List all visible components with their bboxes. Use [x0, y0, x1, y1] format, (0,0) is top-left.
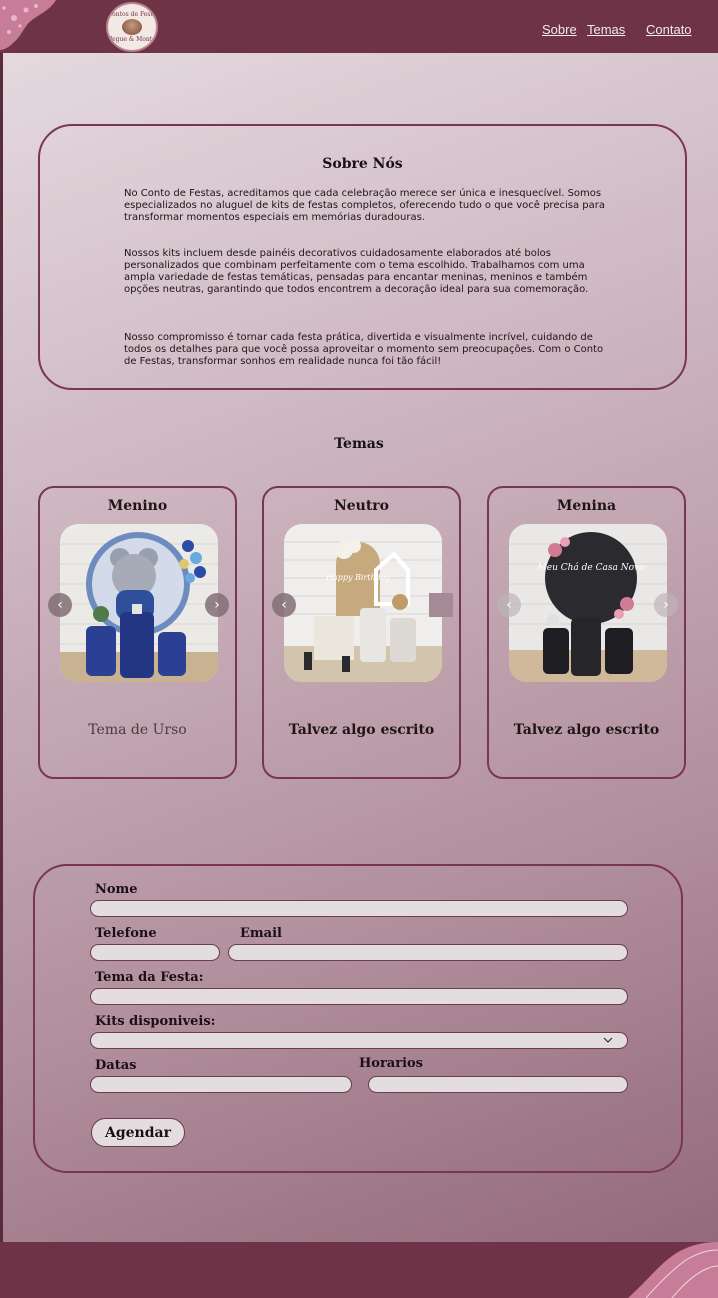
image-text-happy-birthday: Happy Birthday	[325, 573, 391, 582]
about-paragraph-2: Nossos kits incluem desde painéis decora…	[124, 248, 589, 295]
chevron-left-icon: ‹	[281, 597, 287, 613]
horarios-label: Horarios	[359, 1056, 424, 1071]
nome-input[interactable]	[90, 900, 628, 917]
kits-label: Kits disponiveis:	[95, 1014, 216, 1029]
carousel-next-button[interactable]	[429, 593, 453, 617]
email-label: Email	[240, 926, 282, 941]
chevron-right-icon: ›	[663, 597, 669, 613]
telefone-input[interactable]	[90, 944, 220, 961]
tema-label: Tema da Festa:	[95, 970, 204, 985]
chevron-left-icon: ‹	[57, 597, 63, 613]
about-title: Sobre Nós	[322, 156, 403, 172]
chevron-right-icon: ›	[214, 597, 220, 613]
top-navbar: Contos de Festa Pegue & Monte Sobre Tema…	[0, 0, 718, 53]
about-paragraph-3: Nosso compromisso é tornar cada festa pr…	[124, 332, 604, 367]
temas-title: Temas	[334, 436, 384, 452]
logo-text-bottom: Pegue & Monte	[108, 36, 156, 43]
card-caption: Tema de Urso	[88, 722, 187, 738]
footer-decoration	[628, 1242, 718, 1298]
logo-text-top: Contos de Festa	[107, 11, 157, 18]
card-caption: Talvez algo escrito	[513, 722, 660, 738]
about-section: Sobre Nós No Conto de Festas, acreditamo…	[38, 124, 687, 390]
logo-picture	[122, 19, 142, 35]
horarios-input[interactable]	[368, 1076, 628, 1093]
agendar-button[interactable]: Agendar	[91, 1118, 185, 1147]
card-title: Menino	[107, 498, 168, 514]
carousel-next-button[interactable]: ›	[205, 593, 229, 617]
datas-label: Datas	[95, 1058, 137, 1073]
theme-card-menino[interactable]: Menino ‹ › Tema de Urso	[38, 486, 237, 779]
theme-image-bear[interactable]	[60, 524, 218, 682]
brand-logo[interactable]: Contos de Festa Pegue & Monte	[106, 2, 158, 52]
nav-link-contato[interactable]: Contato	[646, 22, 692, 37]
carousel-next-button[interactable]: ›	[654, 593, 678, 617]
booking-form: Nome Telefone Email Tema da Festa: Kits …	[33, 864, 683, 1173]
corner-decoration	[0, 0, 56, 50]
tema-input[interactable]	[90, 988, 628, 1005]
chevron-down-icon	[603, 1037, 613, 1043]
carousel-prev-button[interactable]: ‹	[497, 593, 521, 617]
theme-card-menina[interactable]: Menina Meu Chá de Casa Nova ‹ › Talvez a…	[487, 486, 686, 779]
datas-input[interactable]	[90, 1076, 352, 1093]
card-title: Neutro	[333, 498, 390, 514]
nav-link-sobre[interactable]: Sobre	[542, 22, 577, 37]
nav-link-temas[interactable]: Temas	[587, 22, 625, 37]
theme-image-girl[interactable]: Meu Chá de Casa Nova	[509, 524, 667, 682]
kits-select[interactable]	[90, 1032, 628, 1049]
theme-image-neutral[interactable]: Happy Birthday	[284, 524, 442, 682]
carousel-prev-button[interactable]: ‹	[48, 593, 72, 617]
theme-card-neutro[interactable]: Neutro Happy Birthday ‹ Talvez algo escr…	[262, 486, 461, 779]
card-caption: Talvez algo escrito	[288, 722, 435, 738]
telefone-label: Telefone	[95, 926, 157, 941]
carousel-prev-button[interactable]: ‹	[272, 593, 296, 617]
left-edge-rule	[0, 53, 3, 1242]
nome-label: Nome	[95, 882, 138, 897]
about-paragraph-1: No Conto de Festas, acreditamos que cada…	[124, 188, 605, 223]
image-text-cha-casa-nova: Meu Chá de Casa Nova	[537, 562, 645, 573]
email-input[interactable]	[228, 944, 628, 961]
footer	[0, 1242, 718, 1298]
chevron-left-icon: ‹	[506, 597, 512, 613]
card-title: Menina	[556, 498, 617, 514]
